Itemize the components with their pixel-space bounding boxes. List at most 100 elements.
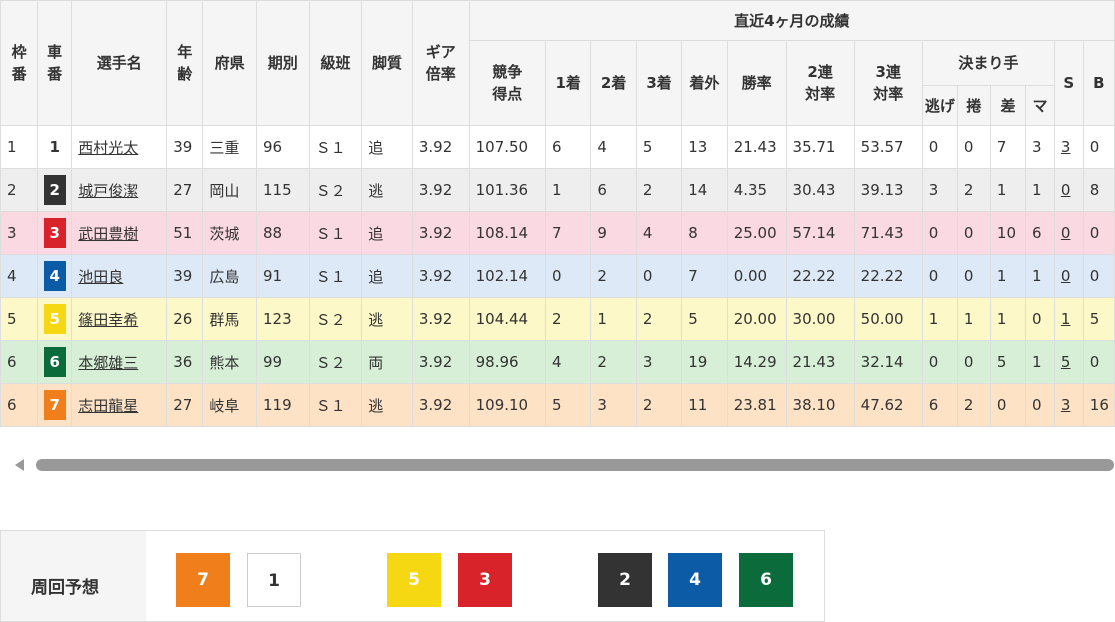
rider-row: 2 2 城戸俊潔 27 岡山 115 Ｓ２ 逃 3.92 101.36 1 6 2 14 4.35 30.43… [0,168,1115,212]
cell-outside: 14 [681,168,728,212]
cell-car: 5 [37,297,73,341]
s-count-link[interactable]: 3 [1061,396,1071,414]
rider-name-link[interactable]: 西村光太 [78,139,138,157]
prediction-car-box: 3 [458,553,512,607]
cell-car: 4 [37,254,73,298]
header-name: 選手名 [71,0,168,126]
s-count-link[interactable]: 0 [1061,267,1071,285]
lap-prediction-panel: 周回予想 71 53 246 [0,530,825,622]
horizontal-scrollbar[interactable] [0,456,1115,474]
cell-pref: 岡山 [202,168,257,212]
cell-term: 123 [255,297,310,341]
cell-top2: 30.00 [785,297,855,341]
cell-win-rate: 14.29 [726,340,787,384]
cell-sashi: 1 [989,254,1027,298]
rider-row: 4 4 池田良 39 広島 91 Ｓ１ 追 3.92 102.14 0 2 0 7 0.00 22.22 22.… [0,254,1115,298]
cell-first: 5 [544,383,592,427]
cell-second: 4 [590,125,637,169]
car-number-badge: 3 [43,218,66,248]
cell-nige: 0 [921,211,958,255]
cell-age: 36 [166,340,204,384]
cell-score: 109.10 [468,383,547,427]
rider-name-link[interactable]: 城戸俊潔 [78,182,138,200]
cell-makuri: 0 [956,340,991,384]
cell-second: 2 [590,340,637,384]
cell-mark: 1 [1025,168,1055,212]
cell-second: 2 [590,254,637,298]
rider-row: 5 5 篠田幸希 26 群馬 123 Ｓ２ 逃 3.92 104.44 2 1 2 5 20.00 30.00… [0,297,1115,341]
cell-sashi: 5 [989,340,1027,384]
triangle-left-icon[interactable] [15,459,24,471]
cell-mark: 3 [1025,125,1055,169]
cell-second: 1 [590,297,637,341]
cell-s: 5 [1053,340,1084,384]
rider-table-container[interactable]: 枠番 車番 選手名 年齢 府県 期別 級班 脚質 ギア 倍率 直近4ヶ月の成績 競… [0,0,1115,427]
cell-sashi: 10 [989,211,1027,255]
cell-term: 88 [255,211,310,255]
cell-b: 5 [1082,297,1115,341]
cell-sashi: 1 [989,168,1027,212]
cell-score: 104.44 [468,297,547,341]
prediction-car-box: 1 [247,553,301,607]
lap-prediction-label: 周回予想 [1,531,146,621]
cell-gear: 3.92 [411,340,470,384]
header-first: 1着 [544,40,592,126]
cell-top2: 38.10 [785,383,855,427]
rider-name-link[interactable]: 篠田幸希 [78,311,138,329]
cell-outside: 11 [681,383,728,427]
rider-row: 6 6 本郷雄三 36 熊本 99 Ｓ２ 両 3.92 98.96 4 2 3 19 14.29 21.43 3… [0,340,1115,384]
s-count-link[interactable]: 3 [1061,138,1071,156]
rider-name-link[interactable]: 武田豊樹 [78,225,138,243]
header-class: 級班 [308,0,363,126]
rider-name-link[interactable]: 池田良 [78,268,123,286]
cell-pref: 茨城 [202,211,257,255]
cell-third: 2 [635,297,683,341]
cell-top3: 53.57 [853,125,923,169]
cell-sashi: 7 [989,125,1027,169]
cell-term: 91 [255,254,310,298]
cell-mark: 1 [1025,340,1055,384]
cell-b: 0 [1082,125,1115,169]
cell-makuri: 0 [956,125,991,169]
cell-score: 98.96 [468,340,547,384]
prediction-car-box: 2 [598,553,652,607]
cell-first: 4 [544,340,592,384]
s-count-link[interactable]: 0 [1061,224,1071,242]
cell-first: 6 [544,125,592,169]
cell-b: 8 [1082,168,1115,212]
car-number-badge: 7 [43,390,66,420]
car-number-badge: 5 [43,304,66,334]
cell-age: 27 [166,168,204,212]
cell-name: 西村光太 [71,125,168,169]
rider-table: 枠番 車番 選手名 年齢 府県 期別 級班 脚質 ギア 倍率 直近4ヶ月の成績 競… [0,0,1115,427]
header-waku: 枠番 [0,0,39,126]
s-count-link[interactable]: 1 [1061,310,1071,328]
cell-sashi: 1 [989,297,1027,341]
header-car: 車番 [37,0,73,126]
cell-style: 追 [361,125,413,169]
s-count-link[interactable]: 0 [1061,181,1071,199]
cell-makuri: 1 [956,297,991,341]
cell-class: Ｓ２ [308,340,363,384]
rider-name-link[interactable]: 本郷雄三 [78,354,138,372]
cell-waku: 4 [0,254,39,298]
cell-name: 城戸俊潔 [71,168,168,212]
cell-win-rate: 20.00 [726,297,787,341]
cell-car: 6 [37,340,73,384]
cell-top3: 32.14 [853,340,923,384]
cell-top2: 21.43 [785,340,855,384]
cell-third: 5 [635,125,683,169]
header-sashi: 差 [989,85,1027,126]
s-count-link[interactable]: 5 [1061,353,1071,371]
cell-car: 2 [37,168,73,212]
cell-waku: 6 [0,383,39,427]
cell-win-rate: 0.00 [726,254,787,298]
rider-name-link[interactable]: 志田龍星 [78,397,138,415]
cell-outside: 5 [681,297,728,341]
scrollbar-thumb[interactable] [36,459,1114,471]
car-number-badge: 1 [43,132,66,162]
cell-car: 3 [37,211,73,255]
cell-top2: 22.22 [785,254,855,298]
cell-pref: 群馬 [202,297,257,341]
cell-name: 池田良 [71,254,168,298]
